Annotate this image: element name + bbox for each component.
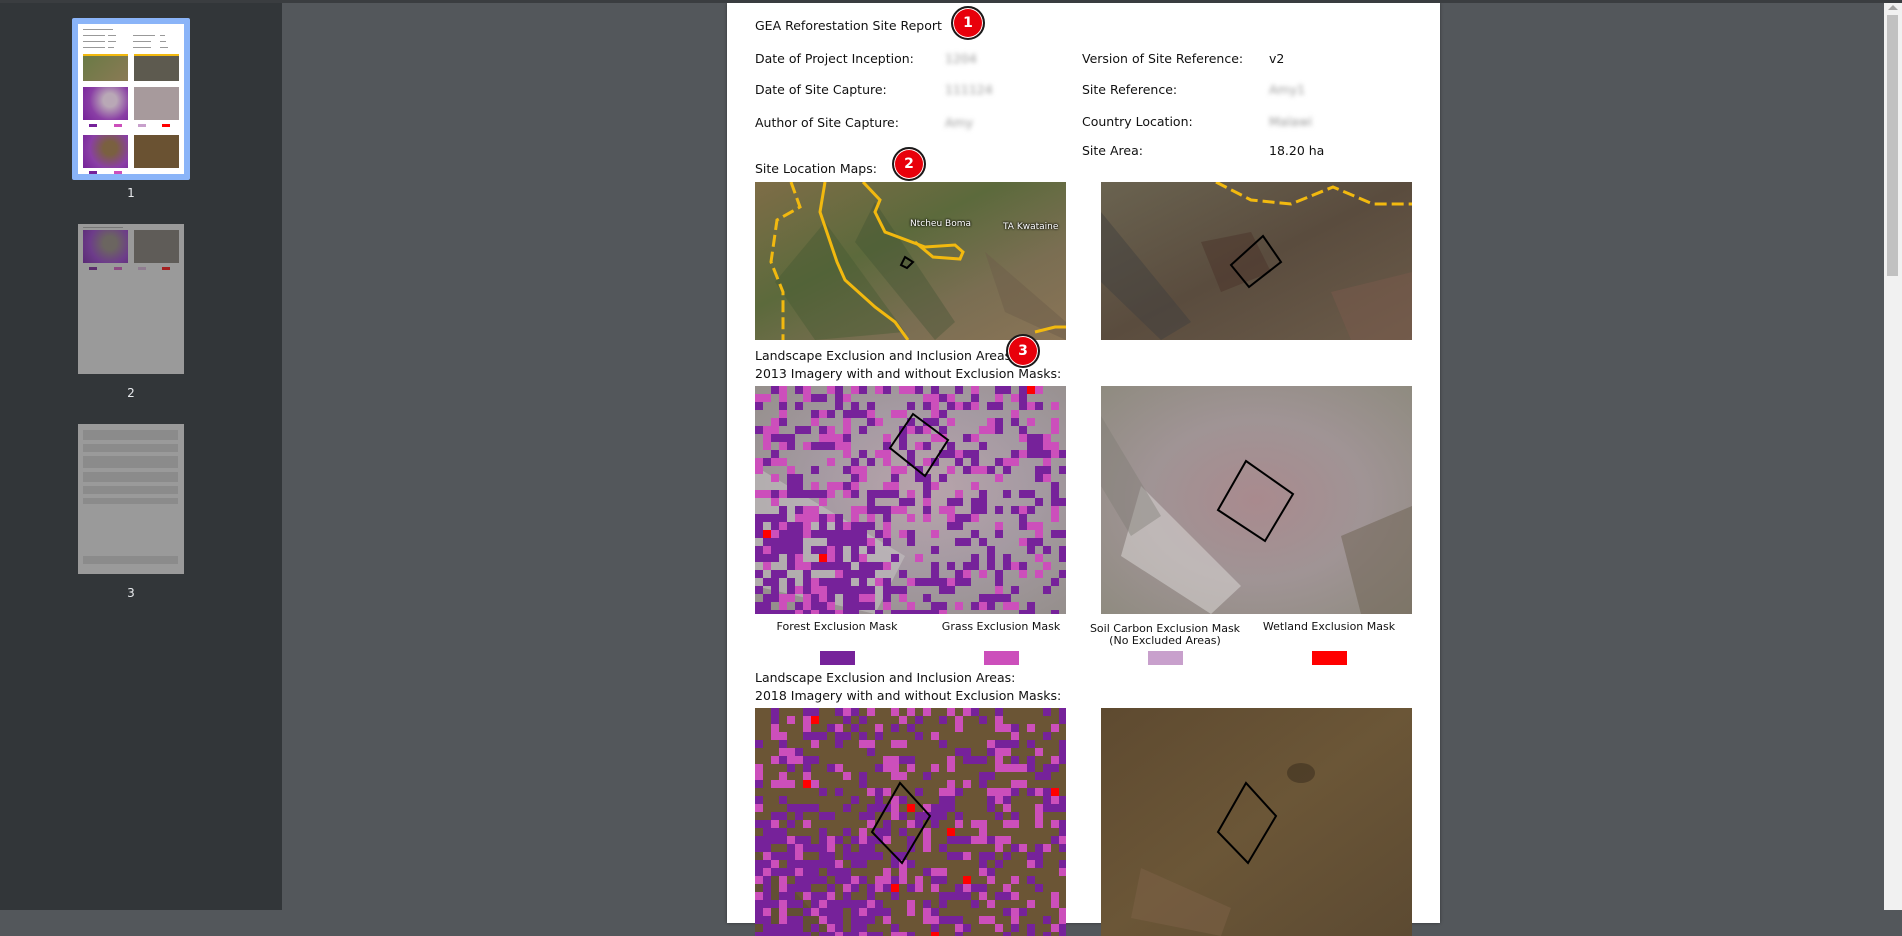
field-value: v2 [1269, 51, 1285, 66]
site-area-value: 18.20 ha [1269, 143, 1325, 158]
vertical-scrollbar[interactable] [1884, 0, 1902, 910]
field-value-redacted: Amy [945, 115, 974, 130]
legend-label-wetland: Wetland Exclusion Mask [1262, 620, 1396, 633]
site-location-heading: Site Location Maps: [755, 161, 877, 176]
legend-label-forest: Forest Exclusion Mask [776, 620, 898, 633]
field-value-redacted: Malawi [1269, 114, 1313, 129]
top-edge-shadow [0, 0, 1902, 3]
legend-swatch-soil-carbon [1148, 651, 1183, 665]
thumbnail-page-preview [78, 424, 184, 574]
report-title: GEA Reforestation Site Report [755, 18, 942, 33]
document-page: GEA Reforestation Site Report Date of Pr… [727, 3, 1440, 936]
imagery-2013-without-masks [1101, 386, 1412, 614]
map-label-ta-kwataine: TA Kwataine [1003, 222, 1059, 232]
scroll-up-arrow-icon[interactable] [1888, 5, 1898, 10]
page-number-label: 2 [127, 386, 135, 400]
thumbnail-sidebar: 1 2 3 [0, 0, 282, 910]
field-value-redacted: 111124 [945, 82, 993, 97]
field-label: Site Reference: [1082, 82, 1178, 97]
scrollbar-thumb[interactable] [1887, 15, 1898, 276]
section-2018-heading: Landscape Exclusion and Inclusion Areas: [755, 670, 1016, 685]
legend-swatch-wetland [1312, 651, 1347, 665]
annotation-badge-1: 1 [951, 6, 985, 40]
thumbnail-page-preview [78, 24, 184, 174]
legend-sublabel-soil-carbon: (No Excluded Areas) [1109, 634, 1221, 647]
field-label: Site Area: [1082, 143, 1143, 158]
thumbnail-page-preview [78, 224, 184, 374]
annotation-badge-3: 3 [1006, 334, 1040, 368]
legend-swatch-forest [820, 651, 855, 665]
imagery-2018-with-masks [755, 708, 1066, 936]
page-number-label: 1 [127, 186, 135, 200]
annotation-badge-2: 2 [892, 147, 926, 181]
field-label: Author of Site Capture: [755, 115, 899, 130]
legend-swatch-grass [984, 651, 1019, 665]
field-label: Date of Project Inception: [755, 51, 914, 66]
map-label-ntcheu-boma: Ntcheu Boma [910, 219, 971, 229]
section-2013-heading: Landscape Exclusion and Inclusion Areas: [755, 348, 1016, 363]
field-label: Date of Site Capture: [755, 82, 887, 97]
imagery-2018-without-masks [1101, 708, 1412, 936]
field-label: Version of Site Reference: [1082, 51, 1244, 66]
page-number-label: 3 [127, 586, 135, 600]
field-value-redacted: Amy1 [1269, 82, 1306, 97]
imagery-2013-with-masks [755, 386, 1066, 614]
site-detail-map [1101, 182, 1412, 340]
field-value-redacted: 1204 [945, 51, 977, 66]
section-2013-subheading: 2013 Imagery with and without Exclusion … [755, 366, 1062, 381]
regional-location-map: Ntcheu Boma TA Kwataine [755, 182, 1066, 340]
section-2018-subheading: 2018 Imagery with and without Exclusion … [755, 688, 1062, 703]
field-label: Country Location: [1082, 114, 1193, 129]
legend-label-grass: Grass Exclusion Mask [941, 620, 1061, 633]
